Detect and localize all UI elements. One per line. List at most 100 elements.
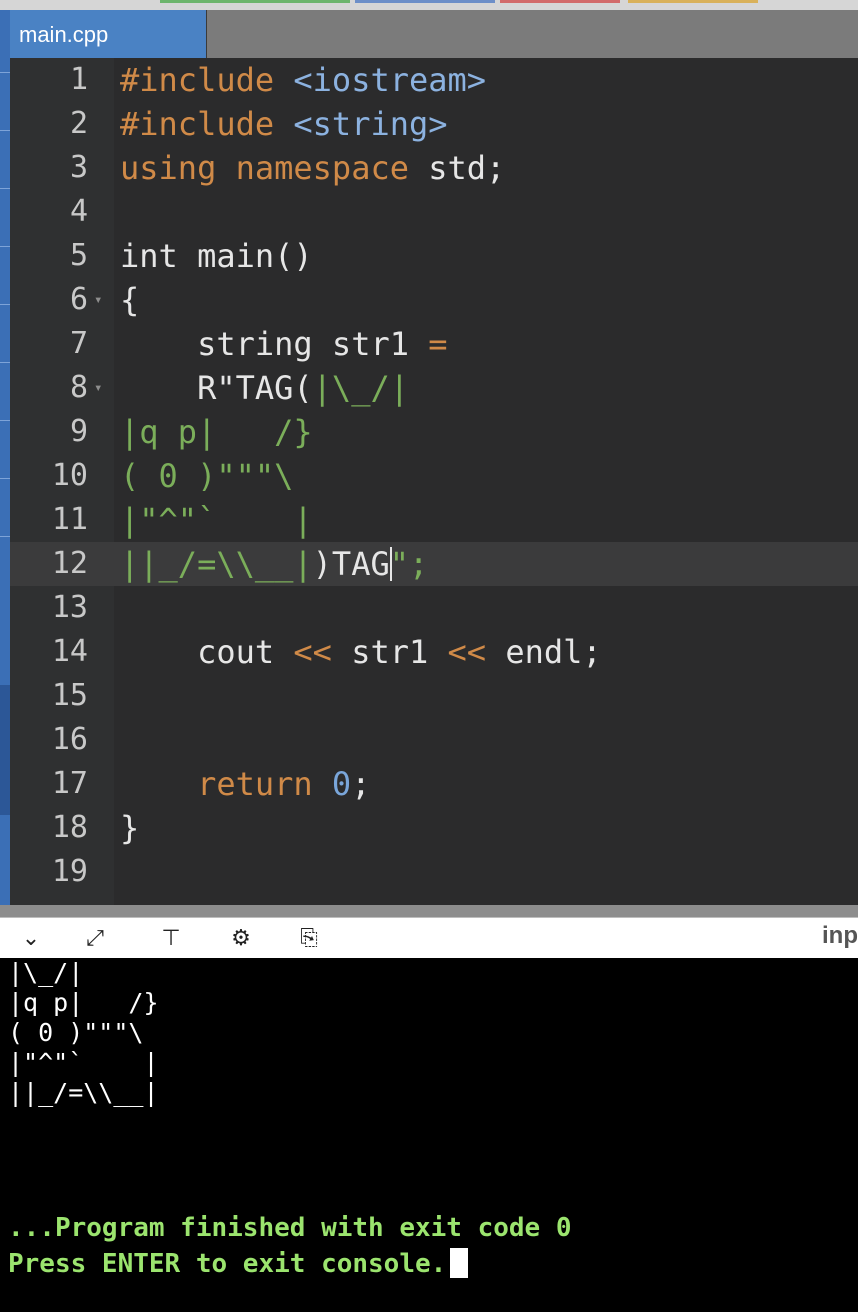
code-line[interactable]: 15 [10,674,858,718]
top-strip-segment [355,0,495,3]
line-number: 8 [69,370,88,405]
code-token: ( 0 )"""\ [120,457,294,495]
code-token: ||_/=\\__| [120,545,313,583]
code-token: 0 [331,765,352,803]
code-line[interactable]: 9 |q p| /} [10,410,858,454]
code-token: int main() [120,237,313,275]
line-number: 6 [69,282,88,317]
tab-label: main.cpp [19,22,109,47]
top-strip-segment [500,0,620,3]
line-number: 15 [51,678,88,713]
code-line[interactable]: 7 string str1 = [10,322,858,366]
line-number: 3 [69,150,88,185]
top-strip [0,0,858,10]
code-token: #include [120,105,294,143]
code-token: { [120,281,140,319]
line-number: 7 [69,326,88,361]
code-token: "; [389,545,429,583]
code-text: } [120,806,139,850]
line-number: 4 [69,194,88,229]
top-strip-segment [160,0,350,3]
code-token: std; [428,149,506,187]
line-number: 19 [51,854,88,889]
line-number: 11 [51,502,88,537]
line-number: 16 [51,722,88,757]
code-line[interactable]: 5 int main() [10,234,858,278]
clipboard-icon[interactable]: ⎘ [294,924,324,954]
code-line[interactable]: 6 ▾ { [10,278,858,322]
tab-main-cpp[interactable]: main.cpp [10,10,207,58]
console-toolbar: ⌄ ⤢ ⊤ ⚙ ⎘ inp [0,917,858,958]
code-token: } [120,809,140,847]
code-token: string str1 [120,325,429,363]
code-token: = [428,325,448,363]
line-number: 5 [69,238,88,273]
line-number: 18 [51,810,88,845]
code-token: |\_/| [312,369,409,407]
code-line[interactable]: 4 [10,190,858,234]
code-text: R"TAG(|\_/| [120,366,409,410]
code-text: int main() [120,234,313,278]
fold-arrow-icon[interactable]: ▾ [94,278,102,322]
code-token: << [293,633,332,671]
fold-arrow-icon[interactable]: ▾ [94,366,102,410]
code-line[interactable]: 10 ( 0 )"""\ [10,454,858,498]
code-line[interactable]: 1 #include <iostream> [10,58,858,102]
code-token: using namespace [120,149,429,187]
code-line[interactable]: 16 [10,718,858,762]
code-token: |q p| /} [120,413,313,451]
code-line[interactable]: 3 using namespace std; [10,146,858,190]
console-output-line: |q p| /} [8,988,159,1017]
code-text: using namespace std; [120,146,505,190]
divider [0,362,10,363]
code-line[interactable]: 8 ▾ R"TAG(|\_/| [10,366,858,410]
code-editor[interactable]: 1 #include <iostream> 2 #include <string> 3 u… [10,58,858,905]
code-token: <iostream> [293,61,487,99]
left-side-panel [0,10,10,905]
divider [0,246,10,247]
line-number: 13 [51,590,88,625]
finished-message: ...Program finished with exit code 0 [8,1213,572,1243]
code-line[interactable]: 2 #include <string> [10,102,858,146]
code-token: cout [120,633,294,671]
code-token: endl; [486,633,602,671]
code-text: |q p| /} [120,410,313,454]
code-line[interactable]: 13 [10,586,858,630]
console-output-line: |"^"` | [8,1048,159,1077]
code-text: cout << str1 << endl; [120,630,602,674]
divider [0,420,10,421]
code-token: << [447,633,487,671]
line-number: 17 [51,766,88,801]
line-number: 10 [51,458,88,493]
exit-prompt: Press ENTER to exit console. [8,1246,469,1282]
code-line[interactable]: 18} [10,806,858,850]
code-line[interactable]: 17 return 0; [10,762,858,806]
line-number: 1 [69,62,88,97]
code-token: return [120,765,332,803]
code-line[interactable]: 19 [10,850,858,894]
terminal-cursor [450,1248,469,1278]
code-line[interactable]: 11 |"^"` | [10,498,858,542]
code-line[interactable]: 12 ||_/=\\__|)TAG"; [10,542,858,586]
expand-icon[interactable]: ⤢ [80,924,110,954]
split-panel-icon[interactable]: ⊤ [156,924,186,954]
code-token: #include [120,61,294,99]
console-output[interactable]: |\_/| |q p| /}( 0 )"""\ |"^"` | ||_/=\\__| … [0,958,858,1312]
line-number: 9 [69,414,88,449]
top-strip-segment [628,0,758,3]
tab-bar: main.cpp [10,10,858,58]
code-text: string str1 = [120,322,448,366]
divider [0,536,10,537]
code-line[interactable]: 14 cout << str1 << endl; [10,630,858,674]
input-tab-label[interactable]: inp [822,922,858,950]
code-text: ||_/=\\__|)TAG"; [120,542,428,586]
side-panel-section [0,685,10,815]
code-token: ; [351,765,371,803]
chevron-down-icon[interactable]: ⌄ [16,924,46,954]
code-token: |"^"` | [120,501,313,539]
line-number: 14 [51,634,88,669]
panel-resize-handle[interactable] [0,905,858,917]
gear-icon[interactable]: ⚙ [226,924,256,954]
console-output-line: |\_/| [8,958,84,987]
code-text: #include <string> [120,102,448,146]
